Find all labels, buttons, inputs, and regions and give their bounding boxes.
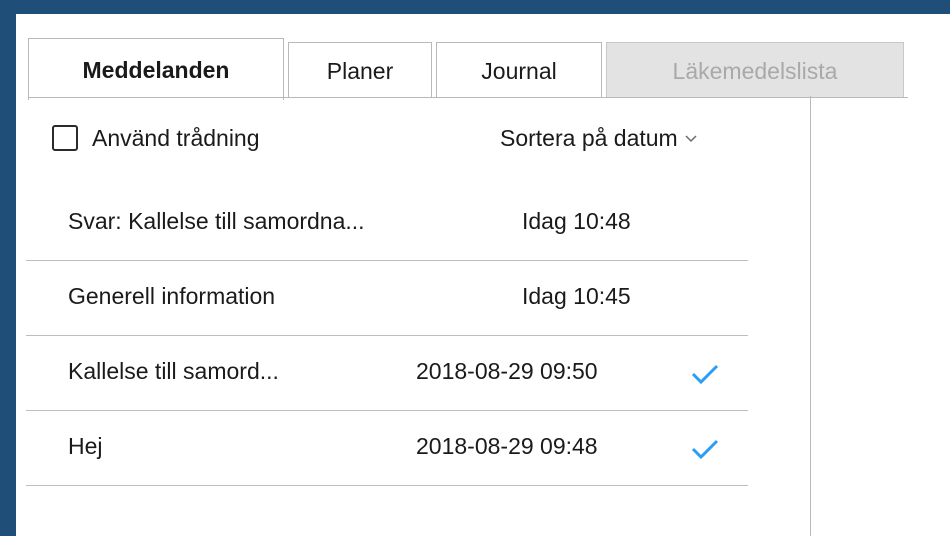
message-date: Idag 10:48: [522, 208, 631, 234]
message-subject: Svar: Kallelse till samordna...: [68, 208, 365, 234]
sort-dropdown[interactable]: Sortera på datum: [500, 120, 698, 156]
tab-journal[interactable]: Journal: [436, 42, 602, 98]
message-list: Svar: Kallelse till samordna... Idag 10:…: [26, 186, 748, 486]
tab-meddelanden[interactable]: Meddelanden: [28, 38, 284, 100]
window-frame-top: [0, 0, 950, 14]
message-subject: Hej: [68, 433, 103, 459]
message-row[interactable]: Hej 2018-08-29 09:48: [26, 411, 748, 486]
window-frame-left: [0, 0, 16, 536]
threading-toggle[interactable]: Använd trådning: [52, 120, 260, 156]
message-date: 2018-08-29 09:50: [416, 358, 598, 384]
panel-divider: [810, 96, 811, 536]
message-subject: Kallelse till samord...: [68, 358, 279, 384]
message-date: Idag 10:45: [522, 283, 631, 309]
checkmark-icon: [691, 439, 719, 460]
message-row[interactable]: Kallelse till samord... 2018-08-29 09:50: [26, 336, 748, 411]
tab-label: Läkemedelslista: [672, 58, 838, 84]
threading-checkbox[interactable]: [52, 125, 78, 151]
tab-label: Planer: [326, 58, 394, 84]
threading-label: Använd trådning: [92, 124, 260, 151]
message-subject: Generell information: [68, 283, 276, 309]
sort-label: Sortera på datum: [500, 124, 678, 151]
tab-lakemedelslista: Läkemedelslista: [606, 42, 904, 98]
message-date: 2018-08-29 09:48: [416, 433, 598, 459]
message-row[interactable]: Svar: Kallelse till samordna... Idag 10:…: [26, 186, 748, 261]
tab-planer[interactable]: Planer: [288, 42, 432, 98]
tab-bar: Meddelanden Planer Journal Läkemedelslis…: [28, 28, 950, 100]
checkmark-icon: [691, 364, 719, 385]
tab-label: Meddelanden: [82, 57, 230, 83]
tab-underline: [28, 97, 908, 98]
chevron-down-icon: [685, 135, 697, 143]
tab-label: Journal: [481, 58, 557, 84]
message-row[interactable]: Generell information Idag 10:45: [26, 261, 748, 336]
